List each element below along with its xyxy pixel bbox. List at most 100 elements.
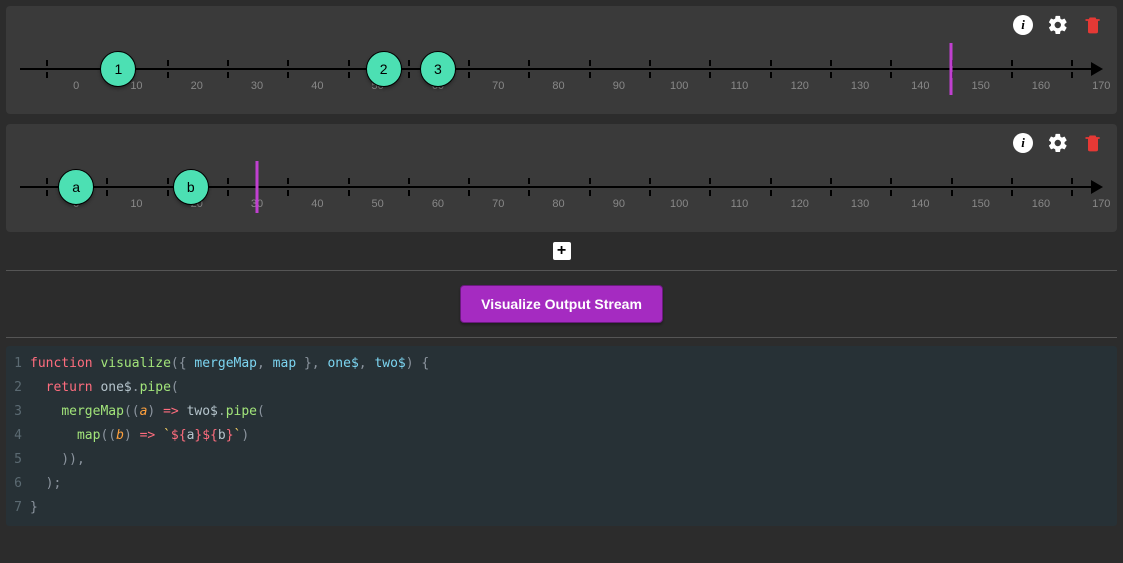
timeline-toolbar: i (1013, 14, 1103, 36)
code-editor[interactable]: 1function visualize({ mergeMap, map }, o… (6, 346, 1117, 526)
plus-icon: + (557, 242, 566, 260)
tick (890, 60, 892, 78)
tick (46, 60, 48, 78)
marble[interactable]: 1 (100, 51, 136, 87)
timeline-panel: i010203040506070809010011012013014015016… (6, 6, 1117, 114)
tick (408, 178, 410, 196)
code-line: 1function visualize({ mergeMap, map }, o… (6, 352, 1117, 376)
arrowhead-icon (1091, 62, 1103, 76)
marble-label: a (72, 179, 80, 195)
info-glyph: i (1021, 17, 1025, 33)
gear-icon[interactable] (1047, 14, 1069, 36)
trash-icon[interactable] (1083, 132, 1103, 154)
timeline-axis[interactable]: 0102030405060708090100110120130140150160… (20, 36, 1103, 96)
tick (709, 60, 711, 78)
code-content: ); (30, 472, 61, 496)
complete-marker[interactable] (949, 43, 952, 95)
tick (348, 60, 350, 78)
tick-label: 80 (552, 198, 564, 210)
tick-label: 50 (372, 198, 384, 210)
timeline-toolbar: i (1013, 132, 1103, 154)
code-content: return one$.pipe( (30, 376, 179, 400)
tick-label: 20 (191, 80, 203, 92)
tick-label: 110 (731, 80, 749, 92)
tick (890, 178, 892, 196)
info-icon[interactable]: i (1013, 15, 1033, 35)
tick (770, 60, 772, 78)
divider (6, 337, 1117, 338)
tick-label: 170 (1092, 198, 1110, 210)
arrowhead-icon (1091, 180, 1103, 194)
tick-label: 120 (791, 80, 809, 92)
tick (46, 178, 48, 196)
tick (468, 178, 470, 196)
tick (830, 60, 832, 78)
complete-marker[interactable] (256, 161, 259, 213)
tick (167, 60, 169, 78)
tick (1011, 60, 1013, 78)
tick (287, 178, 289, 196)
tick (408, 60, 410, 78)
tick (709, 178, 711, 196)
code-line: 2 return one$.pipe( (6, 376, 1117, 400)
tick-label: 100 (670, 198, 688, 210)
line-number: 6 (6, 472, 30, 496)
tick (951, 178, 953, 196)
tick (830, 178, 832, 196)
timeline-axis[interactable]: 0102030405060708090100110120130140150160… (20, 154, 1103, 214)
tick-label: 150 (971, 80, 989, 92)
trash-icon[interactable] (1083, 14, 1103, 36)
tick (1011, 178, 1013, 196)
add-timeline-button[interactable]: + (553, 242, 571, 260)
code-content: map((b) => `${a}${b}`) (30, 424, 249, 448)
code-line: 6 ); (6, 472, 1117, 496)
line-number: 5 (6, 448, 30, 472)
tick-label: 40 (311, 198, 323, 210)
line-number: 7 (6, 496, 30, 520)
code-line: 4 map((b) => `${a}${b}`) (6, 424, 1117, 448)
tick (770, 178, 772, 196)
tick (287, 60, 289, 78)
tick-label: 150 (971, 198, 989, 210)
marble-label: 2 (380, 61, 388, 77)
tick (528, 60, 530, 78)
marble-label: 1 (114, 61, 122, 77)
tick-label: 70 (492, 80, 504, 92)
tick-label: 80 (552, 80, 564, 92)
marble[interactable]: 2 (366, 51, 402, 87)
info-icon[interactable]: i (1013, 133, 1033, 153)
tick-label: 90 (613, 80, 625, 92)
marble[interactable]: 3 (420, 51, 456, 87)
tick (167, 178, 169, 196)
line-number: 1 (6, 352, 30, 376)
tick-label: 110 (731, 198, 749, 210)
visualize-button[interactable]: Visualize Output Stream (460, 285, 663, 323)
marble[interactable]: b (173, 169, 209, 205)
gear-icon[interactable] (1047, 132, 1069, 154)
timeline-panel: i010203040506070809010011012013014015016… (6, 124, 1117, 232)
tick-label: 70 (492, 198, 504, 210)
tick-label: 30 (251, 80, 263, 92)
tick-label: 130 (851, 80, 869, 92)
tick (348, 178, 350, 196)
marble-label: 3 (434, 61, 442, 77)
marble-label: b (187, 179, 195, 195)
tick-label: 40 (311, 80, 323, 92)
code-content: )), (30, 448, 85, 472)
tick-label: 160 (1032, 80, 1050, 92)
tick-label: 120 (791, 198, 809, 210)
tick (649, 178, 651, 196)
tick-label: 170 (1092, 80, 1110, 92)
marble[interactable]: a (58, 169, 94, 205)
tick (649, 60, 651, 78)
divider (6, 270, 1117, 271)
tick (589, 178, 591, 196)
line-number: 4 (6, 424, 30, 448)
tick-label: 60 (432, 198, 444, 210)
code-content: mergeMap((a) => two$.pipe( (30, 400, 265, 424)
tick-label: 90 (613, 198, 625, 210)
tick (1071, 178, 1073, 196)
tick-label: 10 (130, 198, 142, 210)
tick (528, 178, 530, 196)
tick-label: 160 (1032, 198, 1050, 210)
